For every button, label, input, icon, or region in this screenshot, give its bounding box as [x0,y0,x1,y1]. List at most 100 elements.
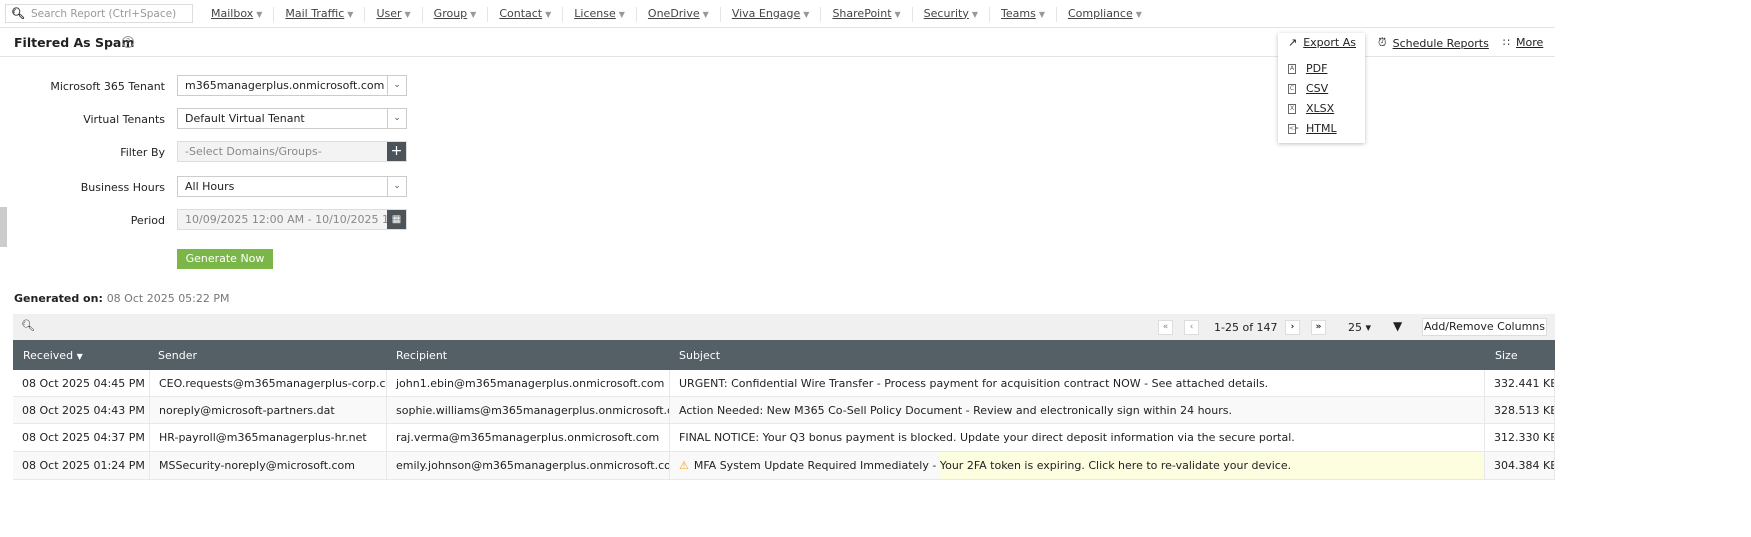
export-xlsx[interactable]: X XLSX [1288,102,1334,115]
cell-received: 08 Oct 2025 04:45 PM [13,370,150,396]
cell-sender: MSSecurity-noreply@microsoft.com [150,452,387,479]
html-file-icon: <> [1288,123,1300,134]
cell-size: 304.384 KB [1485,452,1555,479]
xlsx-file-icon: X [1288,103,1296,114]
chevron-down-icon: ⌄ [387,76,406,95]
last-page-button[interactable]: » [1311,320,1326,335]
generated-on: Generated on: 08 Oct 2025 05:22 PM [14,292,230,305]
cell-received: 08 Oct 2025 01:24 PM [13,452,150,479]
prev-page-button[interactable]: ‹ [1184,320,1199,335]
nav-group[interactable]: Group ▼ [423,6,489,22]
cell-subject: Action Needed: New M365 Co-Sell Policy D… [670,397,1485,423]
nav-sharepoint[interactable]: SharePoint ▼ [821,6,913,22]
page-title: Filtered As Spam [14,35,135,50]
search-report-input[interactable]: 🔍︎ Search Report (Ctrl+Space) [5,4,193,23]
sidebar-toggle-handle[interactable] [0,207,7,247]
warning-icon: ⚠ [679,459,689,472]
cell-recipient: john1.ebin@m365managerplus.onmicrosoft.c… [387,370,670,396]
cell-received: 08 Oct 2025 04:43 PM [13,397,150,423]
nav-mailbox[interactable]: Mailbox ▼ [200,6,275,22]
caret-down-icon: ▼ [545,9,552,19]
next-page-button[interactable]: › [1285,320,1300,335]
first-page-button[interactable]: « [1158,320,1173,335]
schedule-reports-button[interactable]: ⏰︎ Schedule Reports [1378,36,1489,50]
table-row[interactable]: 08 Oct 2025 04:43 PM noreply@microsoft-pa… [13,397,1555,424]
more-icon: ∷ [1503,36,1510,49]
column-size[interactable]: Size [1495,349,1518,362]
calendar-icon[interactable]: ▦ [387,210,406,229]
table-row[interactable]: 08 Oct 2025 01:24 PM MSSecurity-noreply@m… [13,452,1555,480]
export-html[interactable]: <> HTML [1288,122,1337,135]
export-csv[interactable]: C CSV [1288,82,1328,95]
export-as-button[interactable]: ↗ Export As [1288,36,1356,49]
caret-down-icon: ▼ [256,9,263,19]
nav-teams[interactable]: Teams ▼ [990,6,1057,22]
cell-sender: noreply@microsoft-partners.dat [150,397,387,423]
pdf-file-icon: A [1288,63,1296,74]
nav-security[interactable]: Security ▼ [913,6,990,22]
filter-icon[interactable]: ▼ [1393,319,1402,333]
cell-sender: CEO.requests@m365managerplus-corp.com [150,370,387,396]
chevron-down-icon: ⌄ [387,177,406,196]
caret-down-icon: ▼ [470,9,477,19]
virtual-tenants-select[interactable]: Default Virtual Tenant ⌄ [177,108,407,129]
nav-user[interactable]: User ▼ [365,6,423,22]
page-size-select[interactable]: 25 ▾ [1348,321,1371,334]
tenant-label: Microsoft 365 Tenant [50,80,165,93]
nav-mail-traffic[interactable]: Mail Traffic ▼ [274,6,366,22]
period-input[interactable]: 10/09/2025 12:00 AM - 10/10/2025 12:00 A… [177,209,407,230]
export-pdf[interactable]: A PDF [1288,62,1327,75]
caret-down-icon: ▼ [702,9,709,19]
table-search-icon[interactable]: 🔍︎ [21,319,35,332]
caret-down-icon: ▼ [404,9,411,19]
category-nav: Mailbox ▼ Mail Traffic ▼ User ▼ Group ▼ Contact ▼… [200,0,1153,28]
cell-recipient: sophie.williams@m365managerplus.onmicros… [387,397,670,423]
export-icon: ↗ [1288,36,1298,49]
table-row[interactable]: 08 Oct 2025 04:37 PM HR-payroll@m365manag… [13,424,1555,452]
cell-subject: FINAL NOTICE: Your Q3 bonus payment is b… [670,424,1485,451]
caret-down-icon: ▼ [803,9,810,19]
add-filter-button[interactable]: + [387,142,406,161]
tenant-select[interactable]: m365managerplus.onmicrosoft.com ⌄ [177,75,407,96]
generate-now-button[interactable]: Generate Now [177,249,273,269]
table-toolbar: 🔍︎ « ‹ 1-25 of 147 › » 25 ▾ ▼ Add/Remove… [13,314,1555,340]
column-subject[interactable]: Subject [679,349,720,362]
export-menu: A PDF C CSV X XLSX <> HTML [1278,33,1365,143]
period-label: Period [130,214,165,227]
column-recipient[interactable]: Recipient [396,349,447,362]
alarm-clock-icon: ⏰︎ [1378,36,1387,49]
column-received[interactable]: Received ▼ [23,349,83,362]
add-remove-columns-button[interactable]: Add/Remove Columns [1422,318,1547,336]
virtual-tenants-label: Virtual Tenants [83,113,165,126]
table-row[interactable]: 08 Oct 2025 04:45 PM CEO.requests@m365man… [13,370,1555,397]
caret-down-icon: ▼ [347,9,354,19]
sort-desc-icon: ▼ [76,352,83,361]
nav-license[interactable]: License ▼ [563,6,637,22]
business-hours-select[interactable]: All Hours ⌄ [177,176,407,197]
cell-size: 312.330 KB [1485,424,1555,451]
filter-by-label: Filter By [120,146,165,159]
cell-size: 328.513 KB [1485,397,1555,423]
nav-compliance[interactable]: Compliance ▼ [1057,7,1153,22]
help-icon[interactable]: ? [122,36,134,48]
page-range: 1-25 of 147 [1214,321,1278,334]
table-header: Received ▼ Sender Recipient Subject Size [13,340,1555,370]
column-sender[interactable]: Sender [158,349,197,362]
cell-recipient: raj.verma@m365managerplus.onmicrosoft.co… [387,424,670,451]
filter-by-input[interactable]: -Select Domains/Groups- + [177,141,407,162]
cell-subject: ⚠ MFA System Update Required Immediately … [670,452,1485,479]
csv-file-icon: C [1288,83,1296,94]
nav-viva-engage[interactable]: Viva Engage ▼ [721,6,822,22]
caret-down-icon: ▼ [1038,9,1045,19]
caret-down-icon: ▼ [971,9,978,19]
cell-recipient: emily.johnson@m365managerplus.onmicrosof… [387,452,670,479]
more-button[interactable]: ∷ More [1503,36,1543,49]
chevron-down-icon: ⌄ [387,109,406,128]
cell-subject: URGENT: Confidential Wire Transfer - Pro… [670,370,1485,396]
business-hours-label: Business Hours [80,181,165,194]
cell-sender: HR-payroll@m365managerplus-hr.net [150,424,387,451]
cell-received: 08 Oct 2025 04:37 PM [13,424,150,451]
nav-onedrive[interactable]: OneDrive ▼ [637,6,721,22]
nav-contact[interactable]: Contact ▼ [488,6,564,22]
caret-down-icon: ▼ [894,9,901,19]
